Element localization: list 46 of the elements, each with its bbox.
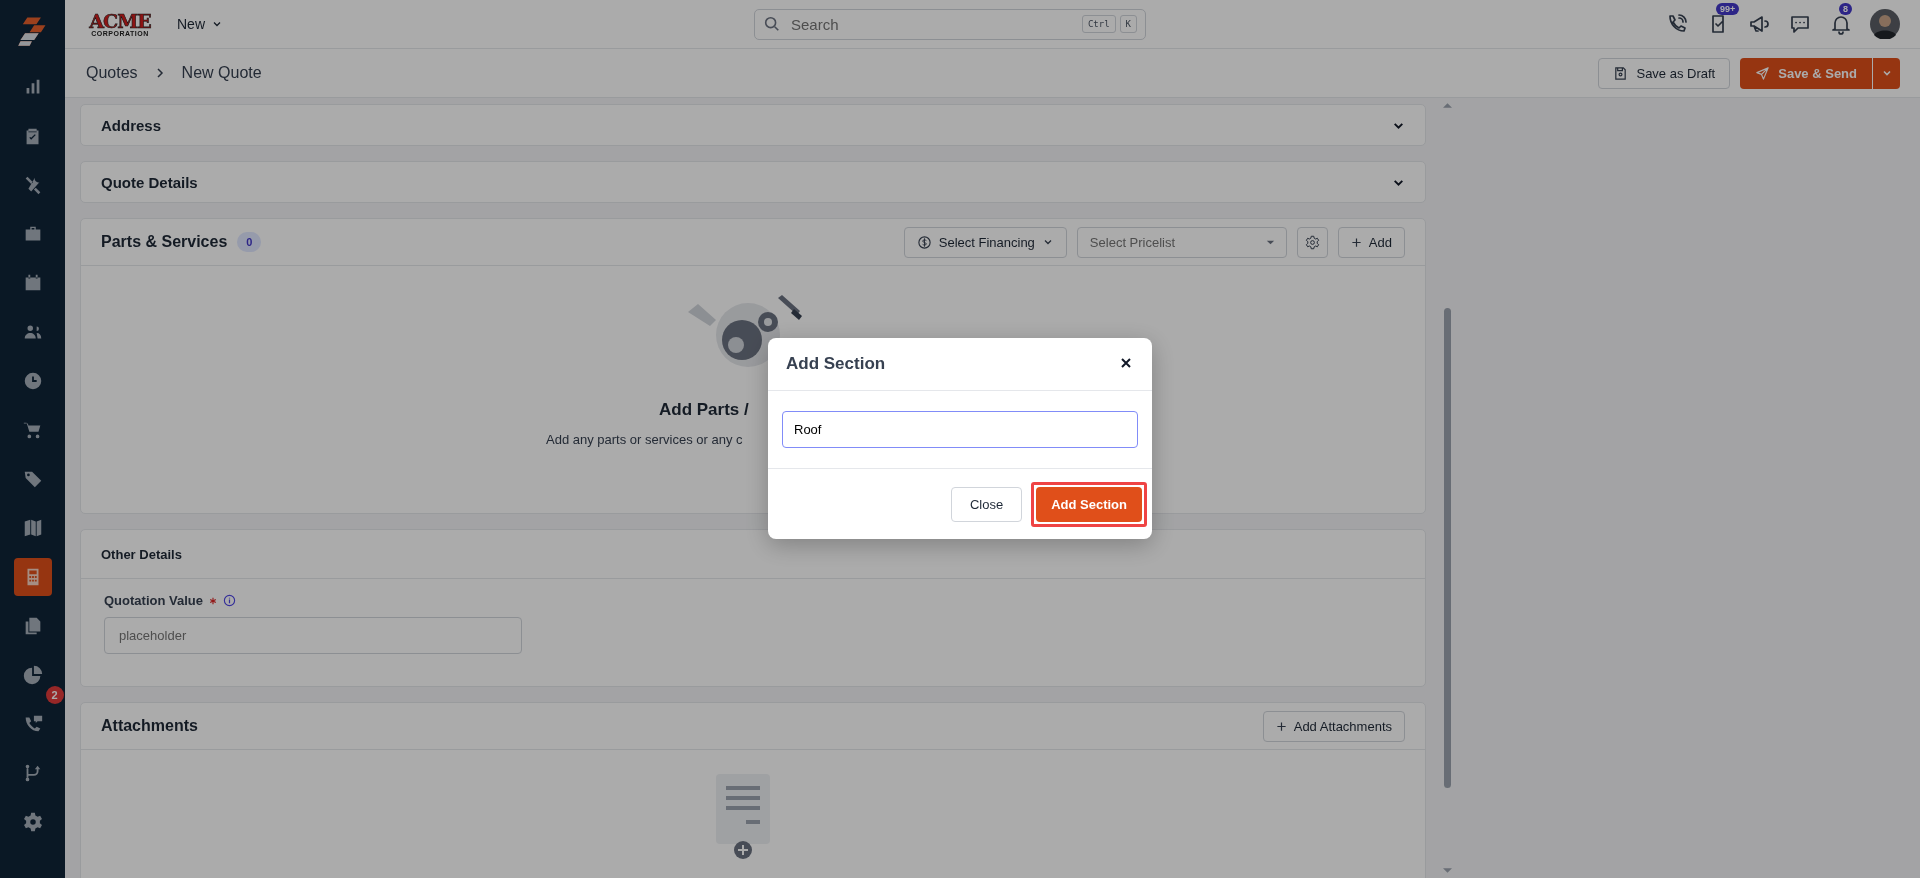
pie-chart-icon [21,664,44,686]
panel-title: Address [101,116,162,134]
field-label: Quotation Value [104,593,203,608]
section-name-field[interactable]: Roof [782,411,1138,448]
count-badge: 8 [1839,3,1852,15]
breadcrumb-current: New Quote [181,64,262,82]
collapsible-panel[interactable]: Address [80,104,1426,146]
plus-icon [1275,720,1287,732]
shortcut-key: Ctrl [1081,15,1116,33]
notification-badge: 2 [45,686,64,704]
dropdown-toggle[interactable] [1872,57,1900,89]
settings-icon [21,811,44,833]
sidebar-item[interactable] [13,558,52,596]
quotation-value-field[interactable]: placeholder [104,617,522,654]
close-icon [1120,356,1132,369]
shortcut-key: K [1119,15,1137,33]
pricelist-select[interactable]: Select Pricelist [1076,226,1287,258]
avatar[interactable] [1870,9,1900,39]
dialog-title: Add Section [786,354,886,374]
add-button[interactable]: Add [1337,226,1405,258]
add-attachments-button[interactable]: Add Attachments [1262,710,1405,742]
settings-icon [1304,234,1320,250]
pricelist-input[interactable]: Select Pricelist [1087,233,1265,251]
plus-icon [1350,236,1362,248]
close-button[interactable]: Close [950,486,1023,522]
save-draft-button[interactable]: Save as Draft [1598,57,1731,89]
financing-dropdown[interactable]: Select Financing [903,226,1067,258]
count-badge: 99+ [1716,3,1740,15]
panel-title: Attachments [101,717,198,735]
search-bar[interactable]: Search Ctrl K [754,8,1146,40]
empty-state-text: Add any parts or services or any c [546,432,744,447]
panel-title: Quote Details [101,173,198,191]
dollar-icon [916,234,932,250]
info-icon [222,594,236,607]
search-input[interactable]: Search [789,14,1074,34]
empty-state-title: Add Parts / [659,400,750,420]
panel-title: Parts & Services [101,233,228,251]
collapsible-panel[interactable]: Quote Details [80,161,1426,203]
add-section-button[interactable]: Add Section [1036,486,1142,522]
new-menu-button[interactable]: New [171,15,229,33]
panel-title: Other Details [101,546,182,562]
count-badge: 0 [237,232,262,252]
breadcrumb-link[interactable]: Quotes [86,64,138,82]
settings-button[interactable] [1296,226,1328,258]
search-icon [763,15,781,33]
send-icon [1755,65,1771,81]
